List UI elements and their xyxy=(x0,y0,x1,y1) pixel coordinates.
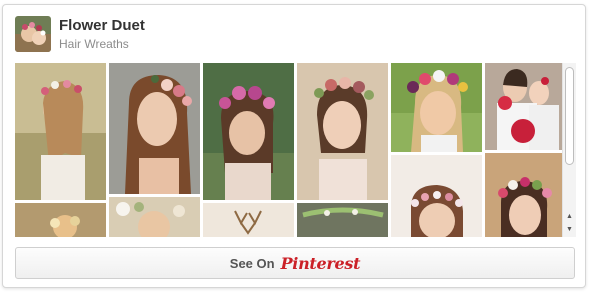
pin-image[interactable] xyxy=(297,63,388,200)
pin-image[interactable] xyxy=(203,63,294,200)
pin-image[interactable] xyxy=(15,203,106,237)
pin-grid xyxy=(15,63,565,237)
pinterest-logo: Pinterest xyxy=(280,253,361,273)
pin-grid-scrollbar[interactable]: ▲ ▼ xyxy=(562,63,576,237)
pinterest-board-widget: Flower Duet Hair Wreaths ▲ ▼ See On Pint… xyxy=(2,4,586,288)
see-on-label: See On xyxy=(229,255,275,271)
pin-image[interactable] xyxy=(485,153,563,237)
pin-image[interactable] xyxy=(109,63,200,194)
pin-image[interactable] xyxy=(297,203,388,237)
pin-image[interactable] xyxy=(15,63,106,200)
board-avatar[interactable] xyxy=(15,16,51,52)
pin-image[interactable] xyxy=(391,155,482,237)
scroll-up-arrow-icon[interactable]: ▲ xyxy=(563,211,576,223)
pin-image[interactable] xyxy=(109,197,200,237)
board-header: Flower Duet Hair Wreaths xyxy=(15,16,575,54)
pin-image[interactable] xyxy=(203,203,294,237)
board-subtitle: Hair Wreaths xyxy=(59,37,129,51)
scroll-down-arrow-icon[interactable]: ▼ xyxy=(563,224,576,236)
pin-image[interactable] xyxy=(391,63,482,152)
board-title[interactable]: Flower Duet xyxy=(59,17,145,34)
scrollbar-thumb[interactable] xyxy=(565,67,574,165)
see-on-pinterest-button[interactable]: See On Pinterest xyxy=(15,247,575,279)
pin-image[interactable] xyxy=(485,63,563,150)
